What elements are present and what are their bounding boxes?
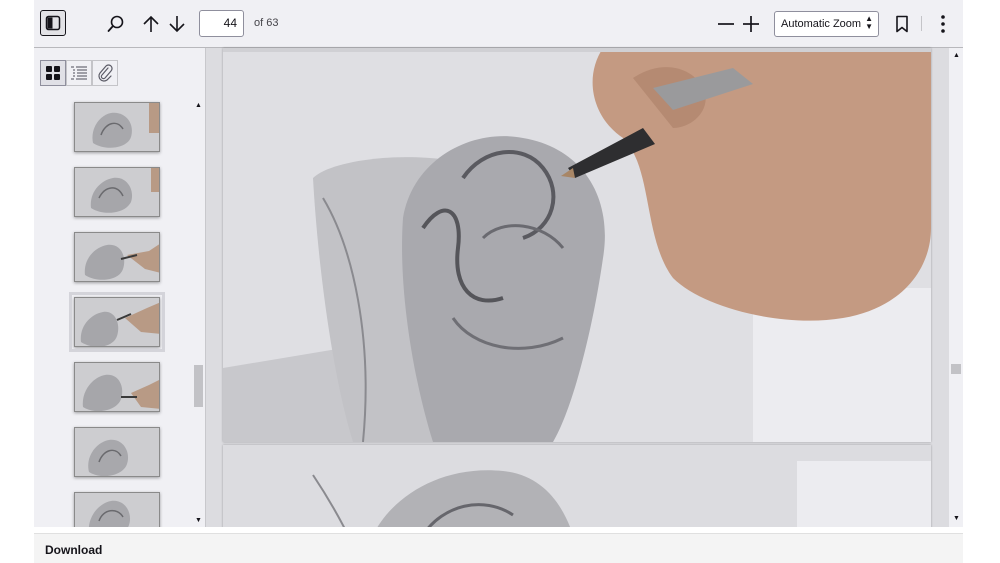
arrow-down-icon [169, 16, 185, 33]
menu-button[interactable] [933, 12, 953, 36]
footer: Download [34, 533, 963, 563]
document-view: ▲ ▼ [206, 48, 963, 527]
page-thumbnail-selected[interactable] [69, 292, 165, 352]
page-image [223, 48, 931, 442]
page-count-label: of 63 [254, 17, 279, 29]
sidebar-scroll-thumb[interactable] [194, 365, 203, 407]
outline-list-icon [71, 66, 87, 80]
page-thumbnail[interactable] [74, 167, 160, 217]
scroll-up-icon[interactable]: ▲ [950, 50, 963, 62]
sidebar-toggle-button[interactable] [40, 10, 66, 36]
zoom-value: Automatic Zoom [781, 18, 862, 30]
search-icon [107, 15, 124, 32]
previous-page-button[interactable] [139, 12, 163, 36]
page-thumbnail[interactable] [74, 427, 160, 477]
scroll-up-icon[interactable]: ▲ [192, 100, 205, 112]
thumbnails-tab[interactable] [40, 60, 66, 86]
outline-tab[interactable] [66, 60, 92, 86]
minus-icon [718, 23, 734, 25]
next-page-button[interactable] [165, 12, 189, 36]
document-scroll-thumb[interactable] [951, 364, 961, 374]
sidebar-toggle-icon [45, 15, 61, 31]
zoom-in-button[interactable] [739, 12, 763, 36]
page-thumbnail[interactable] [74, 492, 160, 527]
sidebar-scrollbar[interactable]: ▲ ▼ [192, 100, 205, 527]
page-image-next [223, 445, 931, 527]
scroll-down-icon[interactable]: ▼ [950, 513, 963, 525]
document-scrollbar[interactable]: ▲ ▼ [949, 48, 963, 527]
select-arrows-icon: ▲ ▼ [865, 14, 873, 31]
bookmark-icon [896, 15, 908, 33]
download-link[interactable]: Download [45, 543, 102, 557]
page-thumbnail[interactable] [74, 362, 160, 412]
attachments-tab[interactable] [92, 60, 118, 86]
arrow-up-icon [143, 15, 159, 32]
zoom-out-button[interactable] [714, 12, 738, 36]
page-thumbnail[interactable] [74, 102, 160, 152]
search-button[interactable] [104, 12, 128, 36]
toolbar-separator [921, 16, 922, 31]
toolbar: 44 of 63 Automatic Zoom ▲ ▼ [34, 0, 963, 48]
zoom-select[interactable]: Automatic Zoom ▲ ▼ [774, 11, 879, 37]
page-thumbnail[interactable] [74, 232, 160, 282]
scroll-down-icon[interactable]: ▼ [192, 515, 205, 527]
page-number-input[interactable]: 44 [199, 10, 244, 37]
grid-icon [46, 66, 60, 80]
plus-icon [743, 16, 759, 32]
more-vertical-icon [941, 15, 945, 33]
paperclip-icon [98, 64, 113, 82]
pdf-viewer: 44 of 63 Automatic Zoom ▲ ▼ ▲ ▼ ▲ ▼ [34, 0, 963, 527]
bookmark-button[interactable] [891, 12, 913, 36]
sidebar: ▲ ▼ [34, 48, 206, 527]
sidebar-tabs [40, 60, 118, 86]
thumbnail-list [34, 100, 192, 527]
